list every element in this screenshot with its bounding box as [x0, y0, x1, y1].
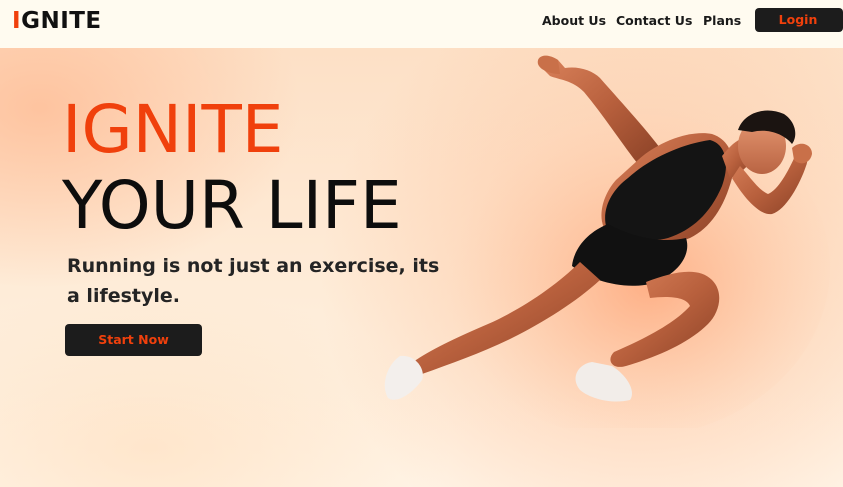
- nav-plans[interactable]: Plans: [703, 13, 741, 29]
- start-now-button[interactable]: Start Now: [65, 324, 202, 356]
- hero-title-your-life: YOUR LIFE: [62, 167, 402, 244]
- nav-about-us[interactable]: About Us: [542, 13, 606, 29]
- hero-title-ignite: IGNITE: [62, 91, 284, 168]
- logo-accent-letter: I: [12, 8, 22, 34]
- brand-logo[interactable]: IGNITE: [12, 7, 102, 35]
- login-button[interactable]: Login: [755, 8, 843, 32]
- sprinter-image: [384, 55, 830, 428]
- site-header: IGNITE About Us Contact Us Plans Login: [0, 0, 843, 48]
- hero-section: IGNITE YOUR LIFE Running is not just an …: [0, 48, 843, 487]
- nav-contact-us[interactable]: Contact Us: [616, 13, 692, 29]
- logo-text: GNITE: [21, 8, 102, 34]
